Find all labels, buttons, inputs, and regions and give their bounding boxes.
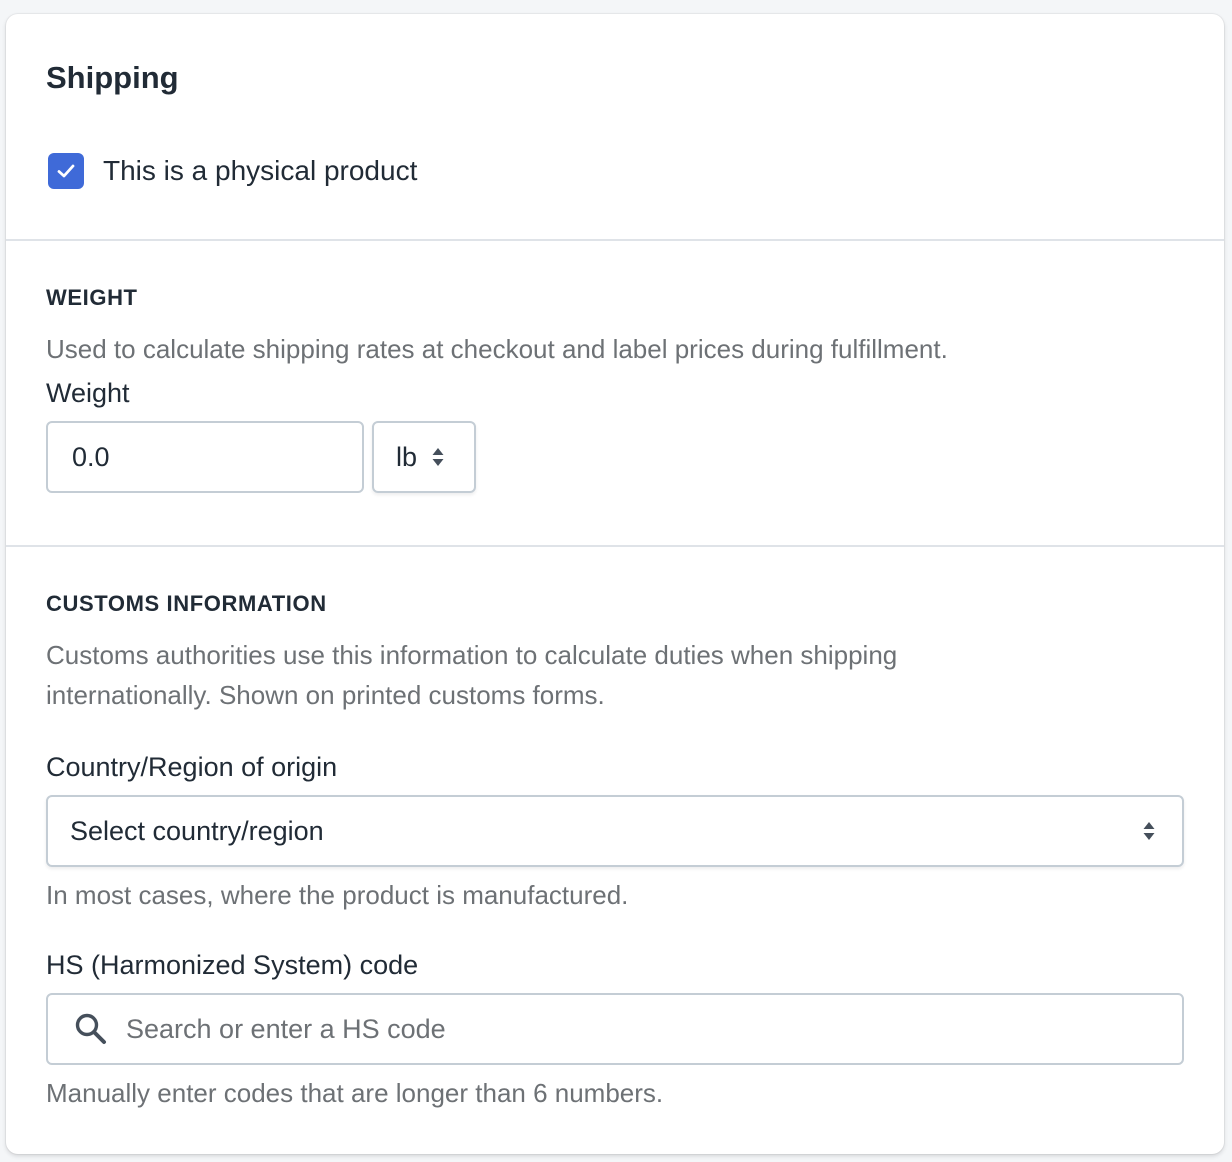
hs-code-help-text: Manually enter codes that are longer tha…	[46, 1078, 664, 1108]
weight-description: Used to calculate shipping rates at chec…	[46, 334, 948, 364]
origin-label: Country/Region of origin	[46, 752, 338, 782]
weight-heading: WEIGHT	[46, 285, 138, 310]
select-arrows-icon	[432, 448, 444, 466]
weight-section: WEIGHT Used to calculate shipping rates …	[6, 239, 1224, 545]
customs-description-line-1: Customs authorities use this information…	[46, 640, 898, 670]
customs-section: CUSTOMS INFORMATION Customs authorities …	[6, 545, 1224, 1113]
shipping-card: Shipping This is a physical product WEIG…	[6, 14, 1224, 1154]
weight-value: 0.0	[72, 442, 110, 472]
customs-heading: CUSTOMS INFORMATION	[46, 591, 327, 616]
origin-help-text: In most cases, where the product is manu…	[46, 880, 629, 910]
select-arrows-icon	[1143, 822, 1155, 840]
physical-product-row[interactable]: This is a physical product	[46, 151, 1184, 191]
hs-code-placeholder: Search or enter a HS code	[126, 1013, 446, 1044]
hs-code-label: HS (Harmonized System) code	[46, 950, 419, 980]
customs-description-line-2: internationally. Shown on printed custom…	[46, 680, 605, 710]
physical-product-label[interactable]: This is a physical product	[103, 153, 417, 189]
weight-unit-select[interactable]: lb	[372, 421, 476, 493]
physical-product-checkbox[interactable]	[48, 153, 84, 189]
weight-unit-value: lb	[396, 441, 418, 472]
weight-row: 0.0 lb	[46, 421, 1184, 493]
weight-field-label: Weight	[46, 378, 130, 408]
search-icon	[74, 1012, 108, 1046]
hs-code-search-input[interactable]: Search or enter a HS code	[46, 993, 1184, 1065]
customs-description: Customs authorities use this information…	[46, 635, 1184, 715]
origin-select-value: Select country/region	[70, 815, 324, 846]
checkmark-icon	[57, 164, 75, 178]
weight-input[interactable]: 0.0	[46, 421, 364, 493]
shipping-section: Shipping This is a physical product	[6, 14, 1224, 239]
card-title: Shipping	[46, 60, 179, 95]
origin-select[interactable]: Select country/region	[46, 795, 1184, 867]
